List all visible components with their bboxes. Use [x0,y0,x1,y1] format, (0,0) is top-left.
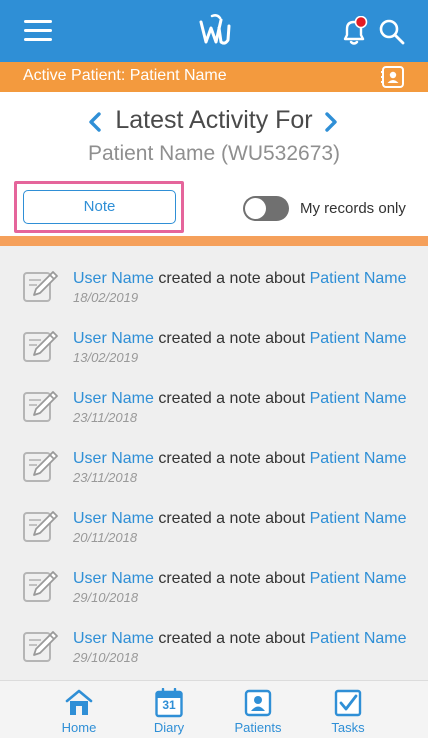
activity-date: 13/02/2019 [73,350,139,365]
nav-diary-label: Diary [153,720,185,735]
activity-item[interactable]: User Name created a note about Patient N… [0,246,428,306]
section-divider [0,236,428,246]
activity-text: User Name created a note about Patient N… [73,570,407,588]
contact-card-icon[interactable] [381,65,405,89]
activity-action: created a note about [153,570,310,587]
nav-home[interactable]: Home [39,681,119,738]
top-app-bar [0,0,428,62]
activity-date: 29/10/2018 [73,590,139,605]
patient-link[interactable]: Patient Name [310,450,407,467]
user-link[interactable]: User Name [73,570,154,587]
activity-action: created a note about [153,390,310,407]
patient-card-icon [244,689,272,717]
user-link[interactable]: User Name [73,270,154,287]
activity-text: User Name created a note about Patient N… [73,270,407,288]
activity-date: 29/10/2018 [73,650,139,665]
my-records-label: My records only [300,200,406,217]
note-edit-icon [23,391,58,422]
patient-link[interactable]: Patient Name [310,270,407,287]
activity-item[interactable]: User Name created a note about Patient N… [0,606,428,666]
patient-subtitle: Patient Name (WU532673) [87,142,341,165]
user-link[interactable]: User Name [73,510,154,527]
activity-item[interactable]: User Name created a note about Patient N… [0,366,428,426]
note-edit-icon [23,511,58,542]
activity-date: 20/11/2018 [73,530,138,545]
activity-text: User Name created a note about Patient N… [73,330,407,348]
calendar-day-badge: 31 [162,698,176,712]
nav-diary[interactable]: 31 Diary [129,681,209,738]
note-filter-button[interactable]: Note [23,190,176,224]
wu-logo-icon [199,14,231,45]
patient-link[interactable]: Patient Name [310,330,407,347]
activity-item[interactable]: User Name created a note about Patient N… [0,546,428,606]
active-patient-label: Active Patient: Patient Name [23,67,227,84]
patient-link[interactable]: Patient Name [310,510,407,527]
patient-link[interactable]: Patient Name [310,630,407,647]
notification-bell-icon[interactable] [340,16,368,46]
activity-date: 23/11/2018 [73,470,138,485]
hamburger-menu-icon[interactable] [24,20,52,42]
checkbox-icon [334,689,362,717]
activity-text: User Name created a note about Patient N… [73,630,407,648]
activity-action: created a note about [153,510,310,527]
nav-tasks-label: Tasks [331,720,365,735]
activity-action: created a note about [153,330,310,347]
user-link[interactable]: User Name [73,390,154,407]
activity-date: 18/02/2019 [73,290,139,305]
activity-text: User Name created a note about Patient N… [73,390,407,408]
my-records-toggle[interactable] [243,196,289,221]
activity-list: User Name created a note about Patient N… [0,246,428,680]
user-link[interactable]: User Name [73,630,154,647]
activity-action: created a note about [153,450,310,467]
nav-home-label: Home [61,720,97,735]
nav-patients-label: Patients [234,720,282,735]
home-icon [65,689,93,715]
activity-text: User Name created a note about Patient N… [73,510,407,528]
activity-item[interactable]: User Name created a note about Patient N… [0,306,428,366]
activity-item[interactable]: User Name created a note about Patient N… [0,426,428,486]
user-link[interactable]: User Name [73,330,154,347]
note-edit-icon [23,451,58,482]
page-title: Latest Activity For [115,106,313,134]
activity-date: 23/11/2018 [73,410,138,425]
bottom-nav: Home 31 Diary Patients Tasks [0,680,428,738]
search-icon[interactable] [378,18,406,46]
note-edit-icon [23,631,58,662]
chevron-left-icon[interactable] [86,111,104,133]
toggle-knob [245,198,266,219]
patient-link[interactable]: Patient Name [310,390,407,407]
note-edit-icon [23,331,58,362]
chevron-right-icon[interactable] [322,111,340,133]
user-link[interactable]: User Name [73,450,154,467]
nav-tasks[interactable]: Tasks [308,681,388,738]
activity-action: created a note about [153,630,310,647]
nav-patients[interactable]: Patients [218,681,298,738]
patient-link[interactable]: Patient Name [310,570,407,587]
activity-action: created a note about [153,270,310,287]
activity-text: User Name created a note about Patient N… [73,450,407,468]
note-edit-icon [23,271,58,302]
activity-item[interactable]: User Name created a note about Patient N… [0,486,428,546]
active-patient-bar: Active Patient: Patient Name [0,62,428,92]
note-edit-icon [23,571,58,602]
